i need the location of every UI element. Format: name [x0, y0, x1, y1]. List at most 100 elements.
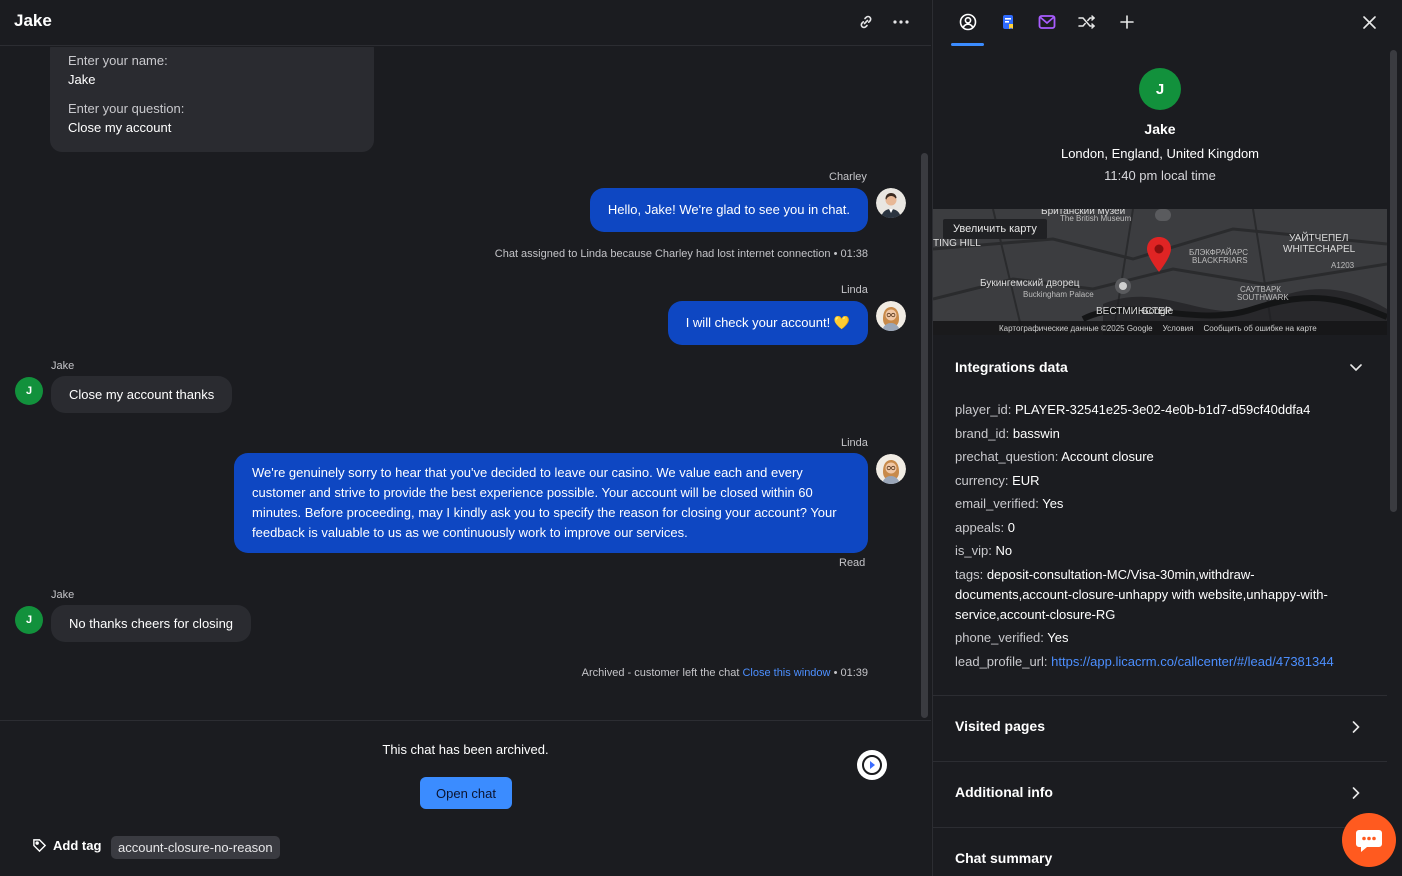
customer-avatar: J	[15, 606, 43, 634]
prechat-name-value: Jake	[68, 72, 96, 87]
integration-row: phone_verified: Yes	[955, 628, 1365, 648]
read-receipt: Read	[839, 557, 866, 569]
chat-pane: Jake Enter your name: Jake Enter your qu…	[0, 0, 931, 876]
location-map[interactable]: Увеличить карту Британский музей The Bri…	[933, 209, 1387, 335]
chat-scrollbar[interactable]	[921, 153, 928, 718]
map-label: Букингемский дворец	[980, 278, 1080, 289]
map-label: The British Museum	[1060, 214, 1132, 223]
customer-profile-avatar: J	[1139, 68, 1181, 110]
integration-key: lead_profile_url:	[955, 653, 1048, 669]
book-icon[interactable]	[996, 10, 1020, 34]
message-sender: Jake	[51, 589, 75, 601]
integration-key: currency:	[955, 472, 1009, 488]
system-message: Chat assigned to Linda because Charley h…	[495, 248, 868, 260]
bot-assistant-icon[interactable]	[857, 750, 887, 780]
integration-row: lead_profile_url: https://app.licacrm.co…	[955, 652, 1365, 672]
map-label: SOUTHWARK	[1237, 293, 1289, 302]
section-visited-pages[interactable]: Visited pages	[933, 696, 1387, 760]
link-icon[interactable]	[855, 11, 877, 33]
integration-value: 0	[1007, 519, 1016, 535]
system-message: Archived - customer left the chat Close …	[582, 667, 868, 679]
chevron-right-icon	[1347, 718, 1365, 736]
map-label: WHITECHAPEL	[1283, 244, 1356, 255]
tag-chip[interactable]: account-closure-no-reason	[111, 836, 280, 859]
tag-icon	[33, 839, 47, 853]
section-title: Additional info	[955, 784, 1053, 800]
prechat-question-label: Enter your question:	[68, 101, 185, 116]
message-list[interactable]: Enter your name: Jake Enter your questio…	[0, 47, 931, 719]
chat-widget-icon[interactable]	[1342, 813, 1396, 867]
customer-location: London, England, United Kingdom	[1060, 146, 1260, 161]
prechat-form-card: Enter your name: Jake Enter your questio…	[50, 47, 374, 152]
details-tabs	[933, 0, 1402, 46]
map-terms-link[interactable]: Условия	[1163, 324, 1194, 333]
details-scrollbar[interactable]	[1390, 50, 1397, 512]
integration-value: basswin	[1012, 425, 1060, 441]
integration-value: Yes	[1042, 496, 1064, 511]
integrations-title[interactable]: Integrations data	[955, 359, 1068, 375]
google-logo: Google	[1141, 306, 1174, 317]
chevron-down-icon[interactable]	[1347, 359, 1365, 377]
integration-key: email_verified:	[955, 496, 1039, 511]
add-tag-button[interactable]: Add tag	[32, 838, 101, 853]
lead-profile-link[interactable]: https://app.licacrm.co/callcenter/#/lead…	[1051, 654, 1334, 669]
section-title: Chat summary	[955, 850, 1053, 866]
customer-message-bubble: No thanks cheers for closing	[51, 605, 252, 642]
map-footer: Картографические данные ©2025 Google Усл…	[933, 321, 1387, 335]
integration-key: appeals:	[955, 519, 1005, 535]
agent-message-bubble: I will check your account! 💛	[667, 301, 868, 345]
map-label: TING HILL	[933, 238, 981, 249]
integration-row: player_id: PLAYER-32541e25-3e02-4e0b-b1d…	[955, 400, 1365, 420]
chevron-right-icon	[1347, 784, 1365, 802]
close-window-link[interactable]: Close this window	[742, 667, 830, 679]
integration-row: currency: EUR	[955, 471, 1365, 491]
integration-row: is_vip: No	[955, 541, 1365, 561]
prechat-name-label: Enter your name:	[68, 53, 168, 68]
agent-avatar	[876, 301, 906, 331]
active-tab-indicator	[951, 43, 984, 46]
map-report-link[interactable]: Сообщить об ошибке на карте	[1203, 324, 1316, 333]
chat-header: Jake	[0, 0, 931, 46]
more-options-icon[interactable]	[890, 11, 912, 33]
agent-message-bubble: We're genuinely sorry to hear that you'v…	[234, 453, 868, 553]
integration-value: Yes	[1047, 630, 1069, 645]
system-message-time: • 01:39	[833, 667, 868, 679]
section-additional-info[interactable]: Additional info	[933, 762, 1387, 826]
integration-key: phone_verified:	[955, 630, 1044, 645]
system-message-time: • 01:38	[833, 248, 868, 260]
enlarge-map-button[interactable]: Увеличить карту	[943, 219, 1047, 239]
details-pane: J Jake London, England, United Kingdom 1…	[932, 0, 1402, 876]
map-label: УАЙТЧЕПЕЛ	[1289, 233, 1349, 244]
system-message-text: Chat assigned to Linda because Charley h…	[494, 248, 831, 260]
message-sender: Linda	[841, 437, 868, 449]
integration-row: brand_id: basswin	[955, 424, 1365, 444]
integration-value: No	[995, 543, 1013, 558]
mail-icon[interactable]	[1035, 10, 1059, 34]
customer-message-bubble: Close my account thanks	[51, 376, 233, 413]
integration-value: EUR	[1012, 472, 1040, 488]
shuffle-icon[interactable]	[1075, 10, 1099, 34]
integration-key: prechat_question:	[955, 449, 1059, 464]
composer-area: This chat has been archived. Open chat A…	[0, 720, 931, 876]
map-data-attribution: Картографические данные ©2025 Google	[999, 323, 1153, 333]
integration-row: prechat_question: Account closure	[955, 447, 1365, 467]
integration-row: tags: deposit-consultation-MC/Visa-30min…	[955, 565, 1365, 625]
integration-key: brand_id:	[955, 425, 1010, 441]
plus-icon[interactable]	[1115, 10, 1139, 34]
integration-value: Account closure	[1061, 449, 1154, 464]
integrations-list: player_id: PLAYER-32541e25-3e02-4e0b-b1d…	[955, 400, 1365, 675]
open-chat-button[interactable]: Open chat	[420, 777, 512, 809]
customer-avatar: J	[15, 377, 43, 405]
integration-value: PLAYER-32541e25-3e02-4e0b-b1d7-d59cf40dd…	[1015, 402, 1311, 417]
close-icon[interactable]	[1357, 10, 1381, 34]
agent-message-bubble: Hello, Jake! We're glad to see you in ch…	[589, 188, 868, 232]
agent-avatar	[876, 188, 906, 218]
integration-value: deposit-consultation-MC/Visa-30min,withd…	[955, 566, 1328, 622]
section-title: Visited pages	[955, 718, 1046, 734]
section-chat-summary[interactable]: Chat summary	[933, 828, 1387, 876]
map-label: BLACKFRIARS	[1192, 256, 1248, 265]
customer-icon[interactable]	[956, 10, 980, 34]
integration-row: appeals: 0	[955, 518, 1365, 538]
map-label: A1203	[1331, 261, 1355, 270]
customer-name: Jake	[1144, 121, 1176, 137]
